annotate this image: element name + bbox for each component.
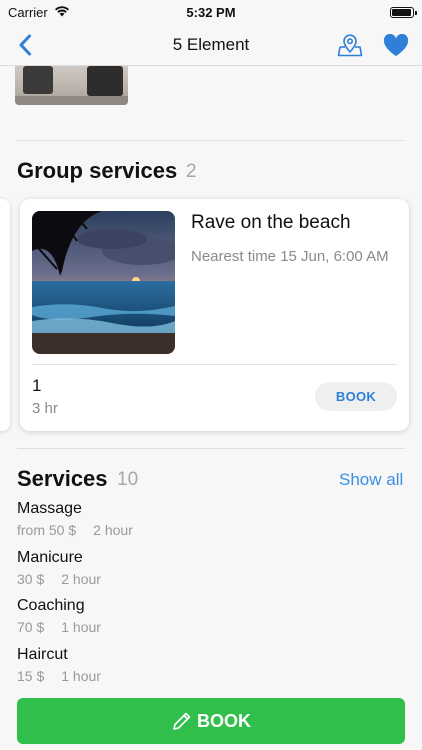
nearest-time: Nearest time 15 Jun, 6:00 AM: [191, 248, 389, 265]
page-title: 5 Element: [172, 34, 250, 54]
service-item-coaching[interactable]: Coaching 70 $ 1 hour: [17, 597, 397, 635]
battery-fill: [392, 8, 411, 16]
service-meta: 15 $ 1 hour: [17, 668, 397, 684]
service-meta: 70 $ 1 hour: [17, 619, 397, 635]
group-service-card[interactable]: Rave on the beach Nearest time 15 Jun, 6…: [20, 199, 409, 431]
carrier-label: Carrier: [8, 4, 48, 20]
card-title: Rave on the beach: [191, 212, 351, 233]
services-title: Services: [17, 466, 108, 491]
service-price: from 50 $: [17, 522, 77, 538]
status-left: Carrier: [8, 5, 70, 20]
show-all-link[interactable]: Show all: [339, 470, 403, 490]
service-name: Haircut: [17, 646, 68, 663]
service-duration: 1 hour: [61, 619, 101, 635]
group-services-count: 2: [186, 161, 197, 182]
service-price: 70 $: [17, 619, 45, 635]
service-duration: 1 hour: [61, 668, 101, 684]
service-image: [32, 211, 175, 354]
favorite-button[interactable]: [381, 30, 411, 60]
book-button[interactable]: BOOK: [17, 698, 405, 744]
service-item-massage[interactable]: Massage from 50 $ 2 hour: [17, 500, 397, 538]
navigation-bar: 5 Element: [0, 24, 422, 66]
service-name: Manicure: [17, 549, 83, 566]
business-photo[interactable]: [15, 66, 128, 105]
photo-chair: [87, 66, 123, 96]
battery-icon: [390, 6, 417, 18]
photo-chair: [23, 66, 53, 94]
back-button[interactable]: [10, 30, 40, 60]
service-price: 30 $: [17, 571, 45, 587]
status-bar: Carrier 5:32 PM: [0, 0, 422, 24]
service-name: Massage: [17, 500, 82, 517]
service-meta: from 50 $ 2 hour: [17, 522, 397, 538]
status-time: 5:32 PM: [186, 4, 236, 20]
screen: Carrier 5:32 PM 5 Element Group services…: [0, 0, 422, 750]
heart-icon: [383, 33, 409, 56]
previous-card-edge[interactable]: [0, 199, 10, 431]
group-services-title: Group services: [17, 158, 178, 183]
card-quantity: 1: [32, 376, 42, 395]
service-meta: 30 $ 2 hour: [17, 571, 397, 587]
map-button[interactable]: [335, 30, 365, 60]
service-item-haircut[interactable]: Haircut 15 $ 1 hour: [17, 646, 397, 684]
service-price: 15 $: [17, 668, 45, 684]
services-count: 10: [117, 469, 139, 490]
service-duration: 2 hour: [93, 522, 133, 538]
service-name: Coaching: [17, 597, 85, 614]
divider: [17, 448, 405, 449]
photo-floor: [15, 96, 128, 105]
service-item-manicure[interactable]: Manicure 30 $ 2 hour: [17, 549, 397, 587]
map-pin-icon: [337, 34, 363, 57]
book-button-label: BOOK: [197, 710, 251, 731]
card-duration: 3 hr: [32, 400, 58, 417]
divider: [17, 140, 405, 141]
card-book-button[interactable]: BOOK: [315, 382, 397, 411]
wifi-icon: [54, 5, 70, 20]
pencil-icon: [171, 710, 193, 732]
service-duration: 2 hour: [61, 571, 101, 587]
card-divider: [32, 364, 397, 365]
chevron-left-icon: [19, 34, 31, 56]
